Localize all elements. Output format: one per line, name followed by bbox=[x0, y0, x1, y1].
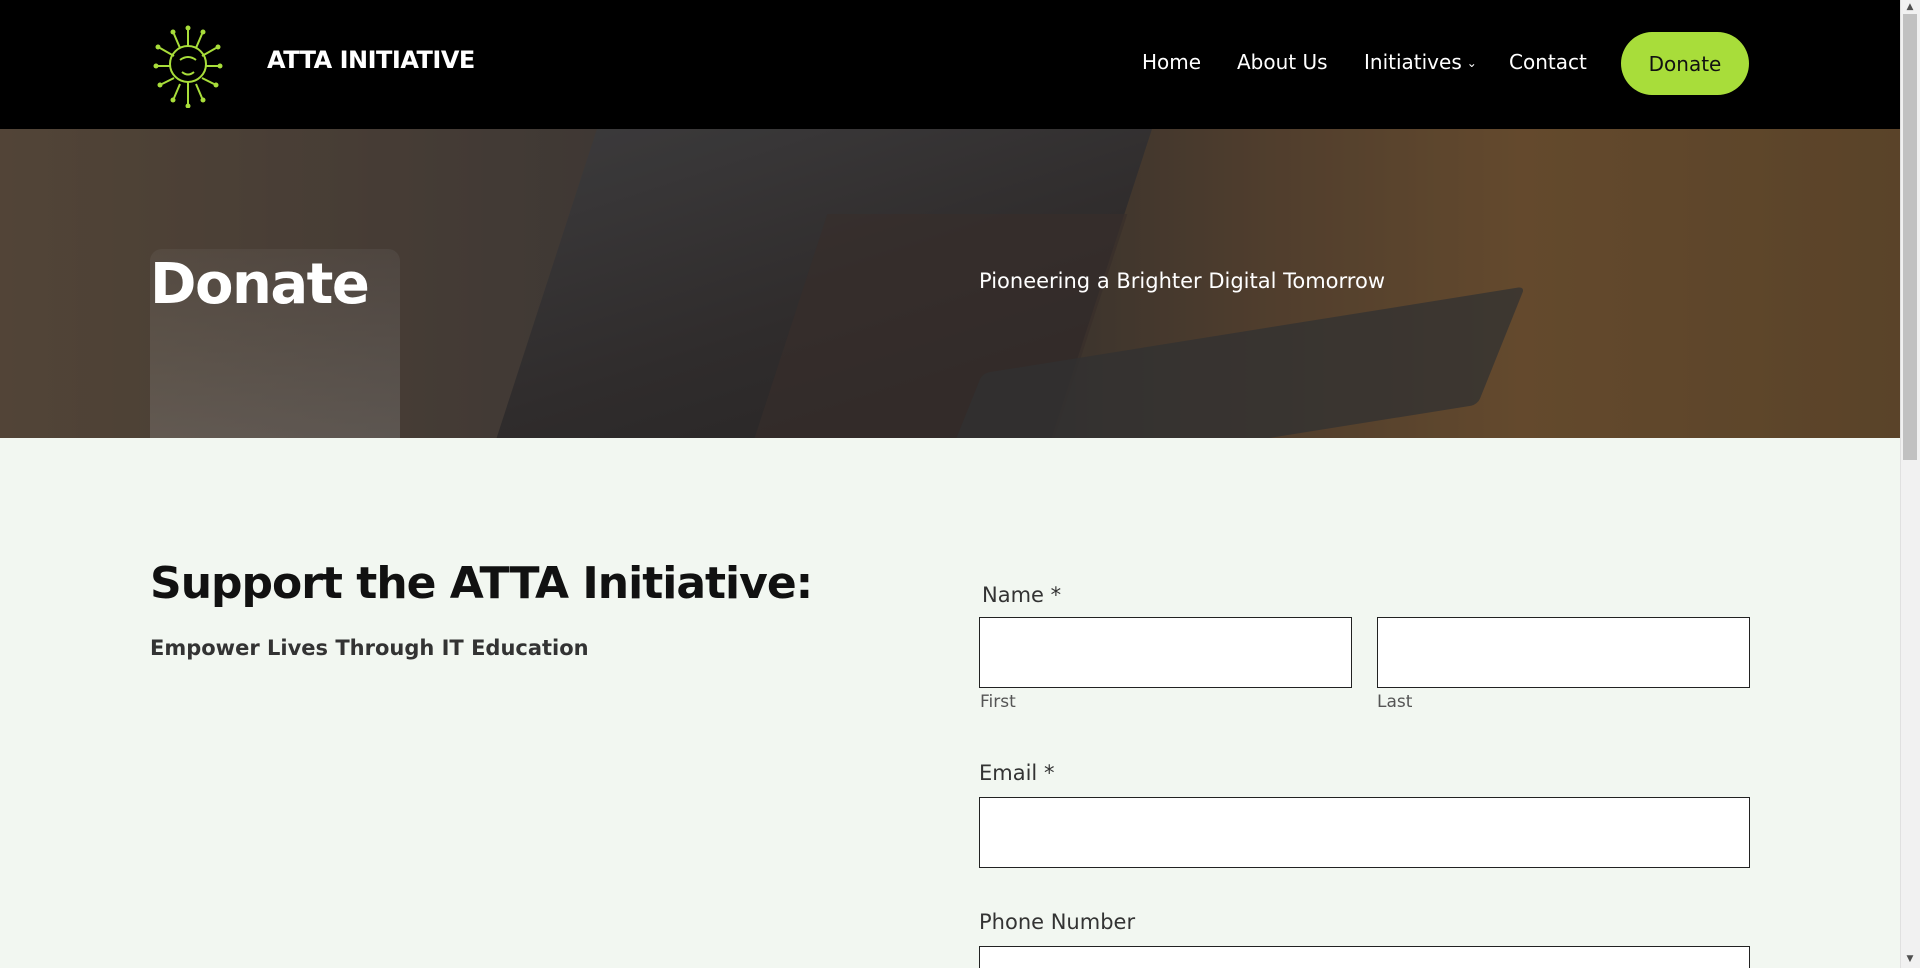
name-label: Name * bbox=[982, 583, 1062, 607]
nav-item-contact[interactable]: Contact bbox=[1509, 50, 1587, 74]
nav-item-initiatives-label: Initiatives bbox=[1364, 50, 1462, 74]
support-heading: Support the ATTA Initiative: bbox=[150, 558, 813, 609]
nav-item-home[interactable]: Home bbox=[1142, 50, 1201, 74]
phone-label: Phone Number bbox=[979, 910, 1136, 934]
scroll-down-arrow-icon[interactable]: ▼ bbox=[1904, 954, 1916, 964]
hero-subtitle: Pioneering a Brighter Digital Tomorrow bbox=[979, 269, 1385, 293]
chevron-down-icon: ⌄ bbox=[1466, 56, 1477, 70]
first-name-sublabel: First bbox=[980, 692, 1016, 712]
page-title: Donate bbox=[150, 252, 370, 317]
nav-item-about-us[interactable]: About Us bbox=[1237, 50, 1328, 74]
first-name-field[interactable] bbox=[979, 617, 1352, 688]
phone-field[interactable] bbox=[979, 946, 1750, 968]
last-name-field[interactable] bbox=[1377, 617, 1750, 688]
scrollbar-thumb[interactable] bbox=[1903, 14, 1917, 460]
email-label: Email * bbox=[979, 761, 1055, 785]
email-field[interactable] bbox=[979, 797, 1750, 868]
donate-button[interactable]: Donate bbox=[1621, 32, 1749, 95]
hero-banner: Donate Pioneering a Brighter Digital Tom… bbox=[0, 129, 1900, 438]
lion-circuit-logo-icon[interactable] bbox=[150, 20, 226, 108]
last-name-sublabel: Last bbox=[1377, 692, 1413, 712]
site-header: ATTA INITIATIVE Home About Us Initiative… bbox=[0, 0, 1900, 129]
scroll-up-arrow-icon[interactable]: ▲ bbox=[1904, 2, 1916, 12]
brand-name[interactable]: ATTA INITIATIVE bbox=[267, 46, 475, 74]
support-subheading: Empower Lives Through IT Education bbox=[150, 636, 589, 660]
nav-item-initiatives[interactable]: Initiatives ⌄ bbox=[1364, 50, 1477, 74]
